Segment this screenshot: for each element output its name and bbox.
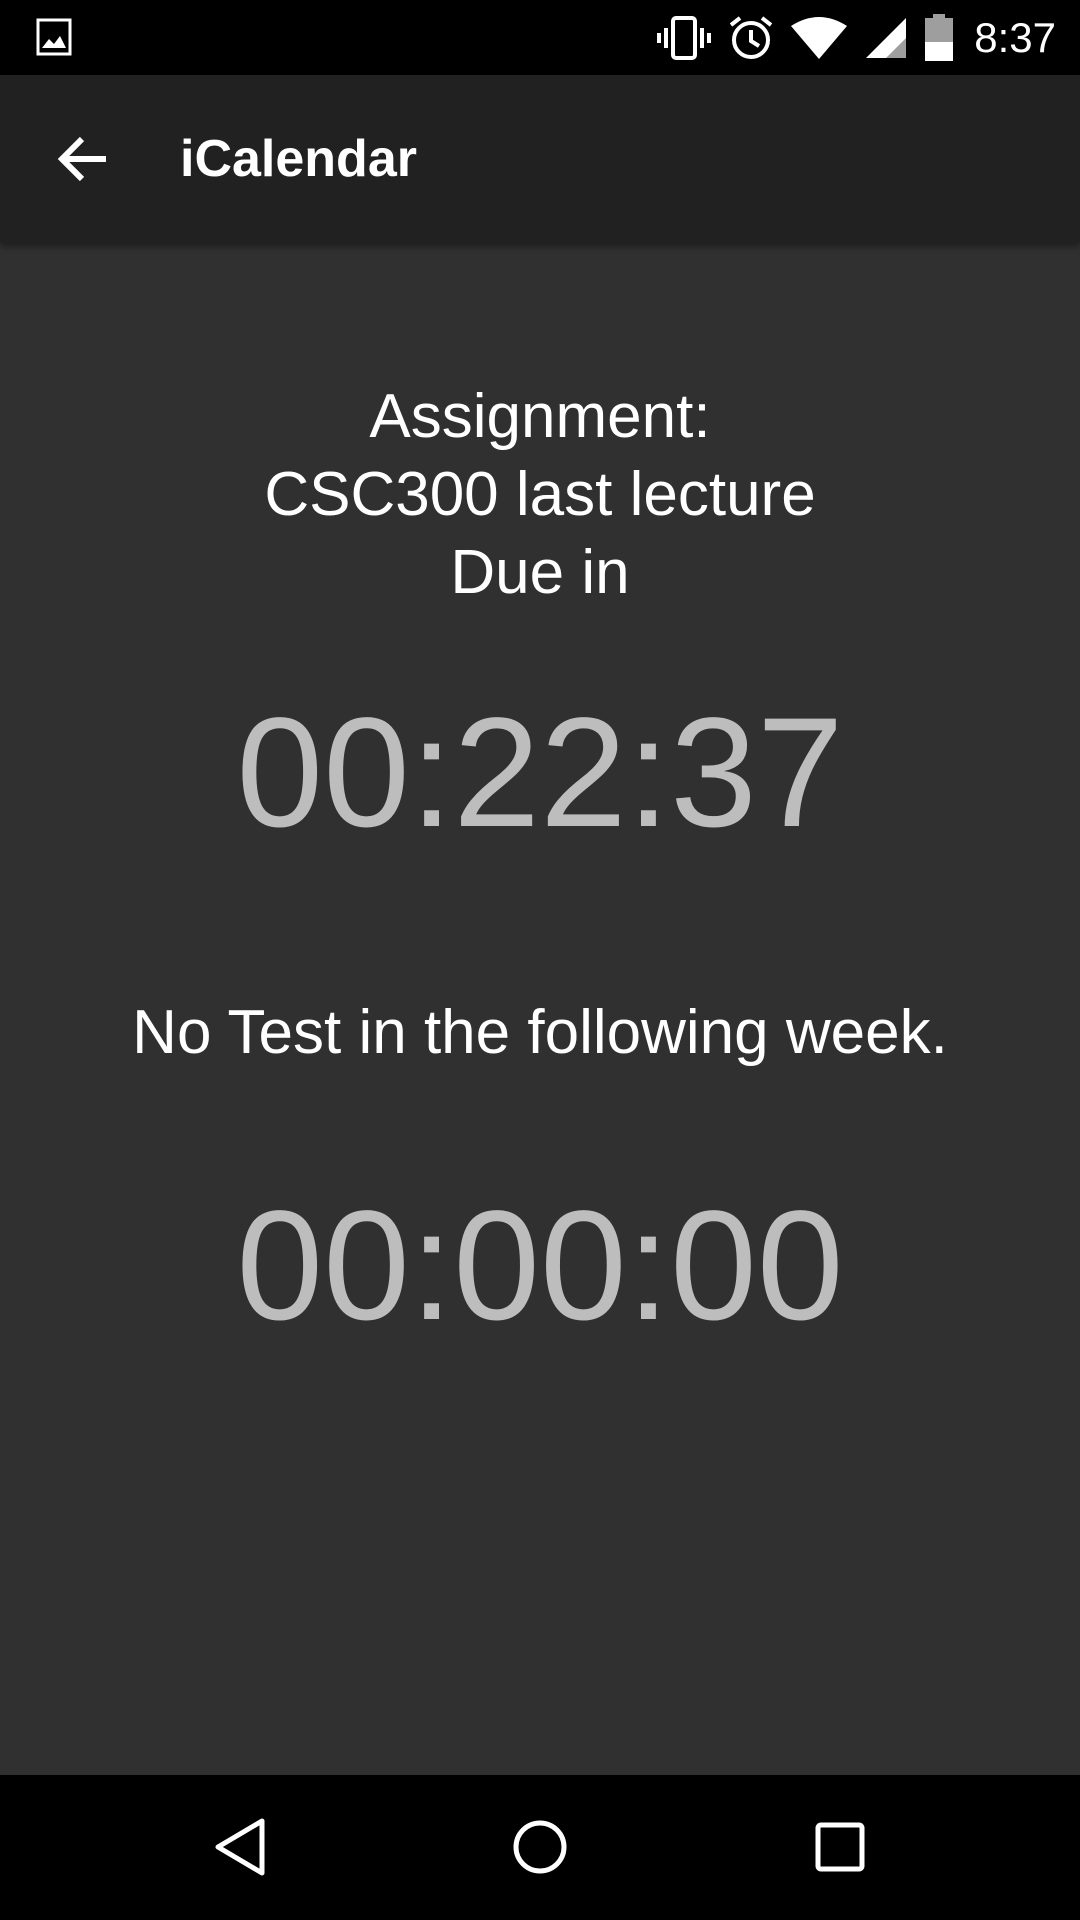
back-button[interactable]: [54, 129, 114, 189]
nav-recents-button[interactable]: [804, 1811, 876, 1883]
content: Assignment: CSC300 last lecture Due in 0…: [0, 243, 1080, 1775]
vibrate-icon: [657, 15, 712, 60]
nav-back-icon: [215, 1818, 265, 1876]
test-message: No Test in the following week.: [132, 998, 948, 1067]
nav-home-button[interactable]: [504, 1811, 576, 1883]
arrow-back-icon: [57, 136, 106, 182]
nav-back-button[interactable]: [204, 1811, 276, 1883]
alarm-icon: [730, 15, 773, 59]
nav-home-icon: [513, 1820, 567, 1874]
assignment-info: Assignment: CSC300 last lecture Due in: [0, 378, 1080, 612]
status-bar: 8:37: [0, 0, 1080, 75]
cell-signal-icon: [866, 17, 907, 58]
assignment-label: Assignment:: [369, 382, 711, 451]
screen: 8:37 iCalendar Assignment: CSC300 last l…: [0, 0, 1080, 1920]
nav-bar: [0, 1775, 1080, 1920]
assignment-countdown: 00:22:37: [236, 686, 844, 860]
status-time: 8:37: [974, 13, 1056, 61]
wifi-icon: [791, 16, 848, 59]
status-icons: 8:37: [656, 0, 1056, 75]
battery-icon: [925, 13, 954, 61]
nav-recents-icon: [815, 1822, 865, 1872]
assignment-due-label: Due in: [450, 538, 630, 607]
image-notification-icon: [36, 18, 72, 60]
assignment-name: CSC300 last lecture: [264, 460, 816, 529]
app-bar: iCalendar: [0, 75, 1080, 243]
app-title: iCalendar: [180, 130, 417, 188]
test-countdown: 00:00:00: [236, 1179, 844, 1353]
